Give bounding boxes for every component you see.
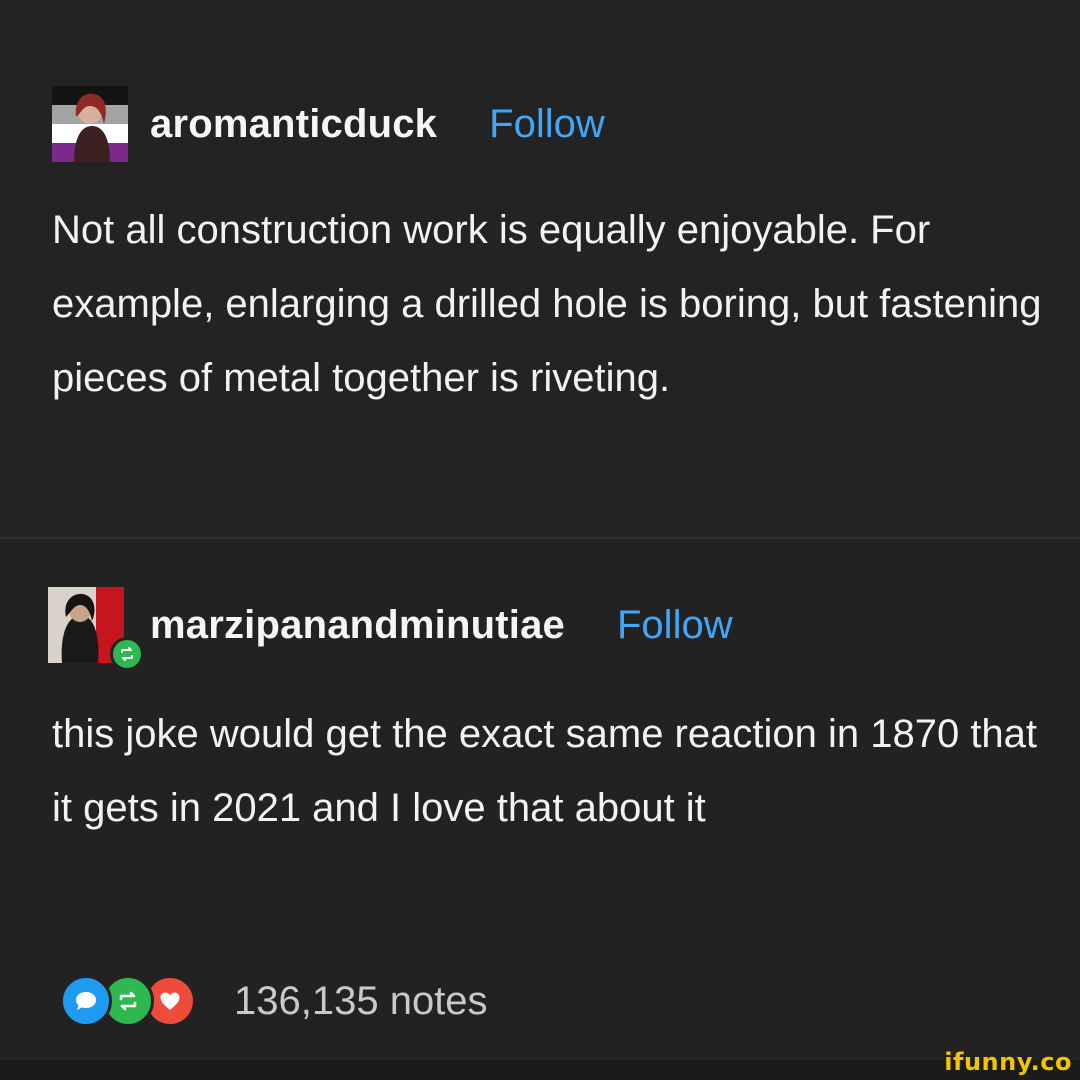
original-post: aromanticduck Follow Not all constructio… [0,0,1080,537]
notes-count[interactable]: 136,135 notes [234,979,488,1024]
avatar[interactable] [52,86,128,162]
username[interactable]: aromanticduck [150,102,437,147]
post-text: Not all construction work is equally enj… [52,208,1042,400]
follow-button[interactable]: Follow [489,102,605,147]
post-header: aromanticduck Follow [52,86,605,162]
avatar[interactable] [48,587,144,671]
post-text: this joke would get the exact same react… [52,712,1038,830]
notes-row[interactable]: 136,135 notes [60,975,488,1027]
comment-icon [60,975,112,1027]
username[interactable]: marzipanandminutiae [150,603,565,648]
follow-button[interactable]: Follow [617,603,733,648]
reblog-post: marzipanandminutiae Follow this joke wou… [0,539,1080,1060]
reblog-icon [110,637,144,671]
post-header: marzipanandminutiae Follow [48,587,733,671]
watermark: ifunny.co [944,1048,1072,1076]
bottom-strip [0,1060,1080,1080]
